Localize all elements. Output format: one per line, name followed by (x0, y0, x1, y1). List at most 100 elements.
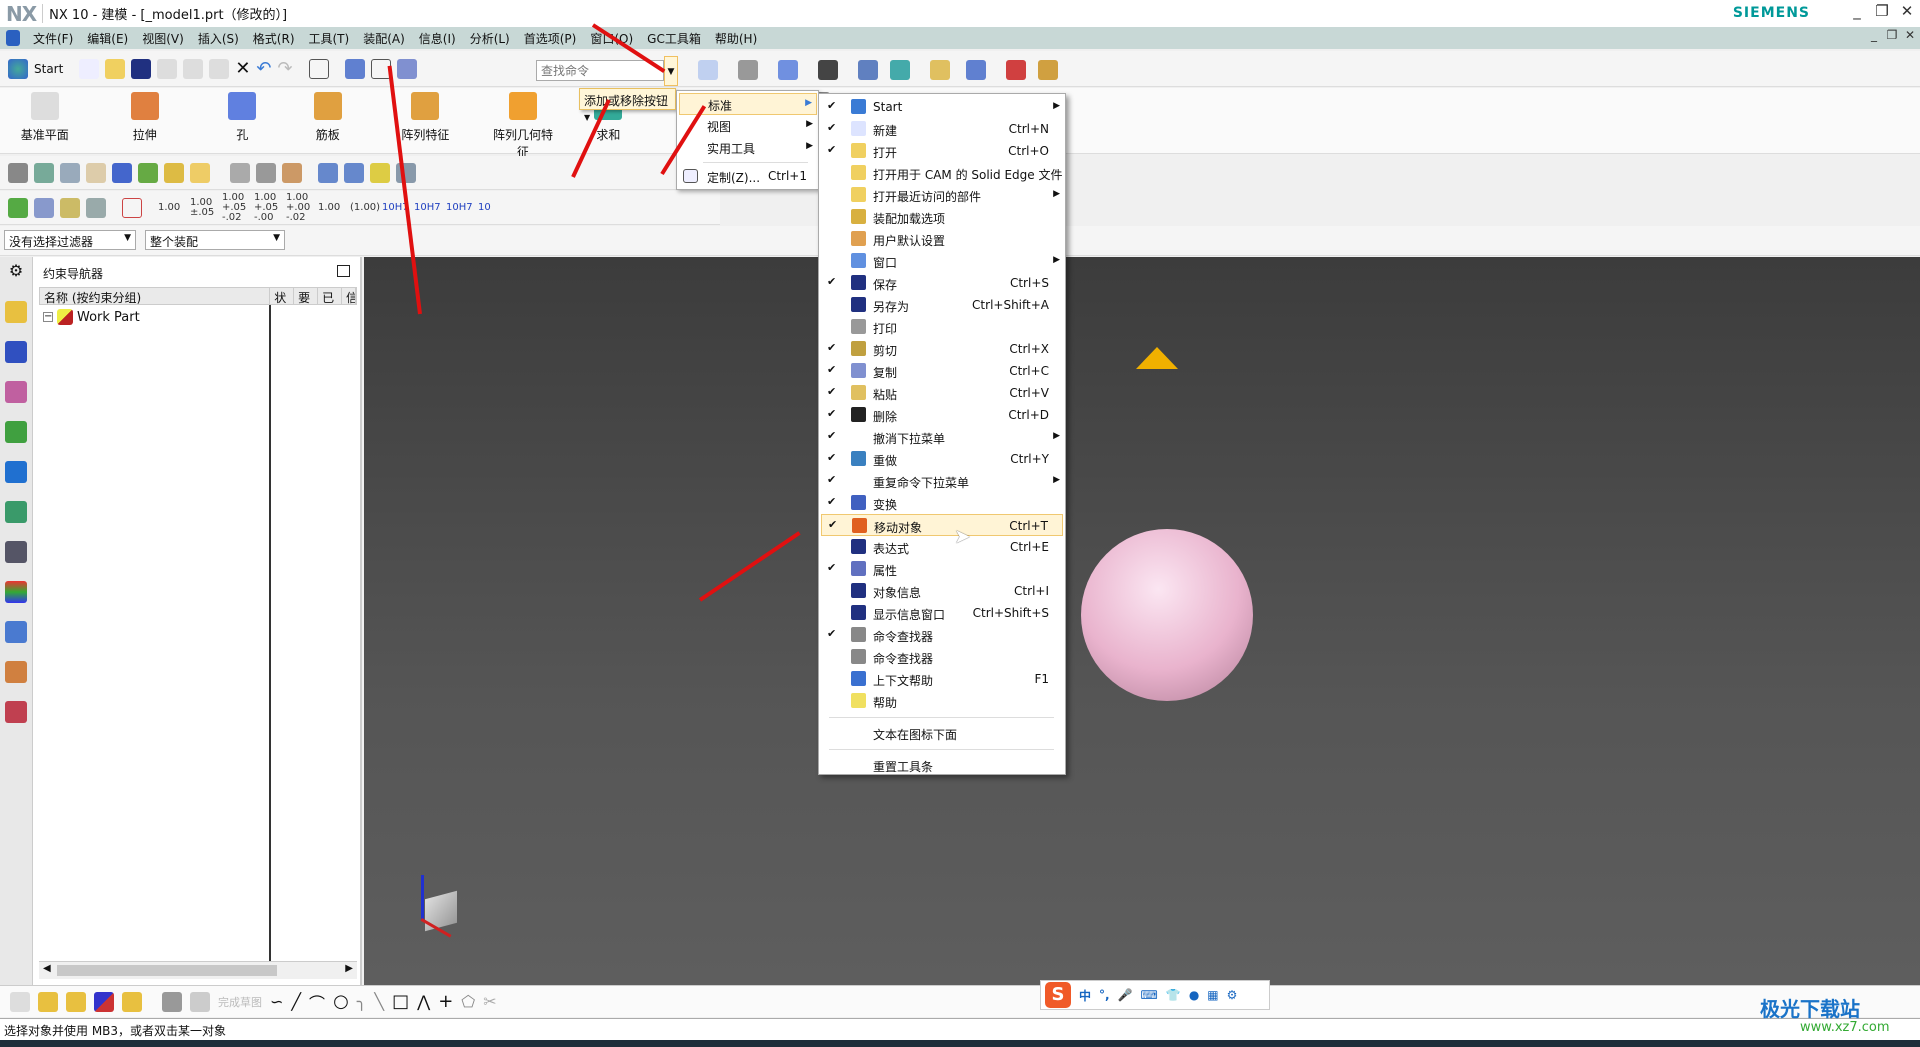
line-icon[interactable]: ╱ (291, 992, 301, 1011)
menu-item-4[interactable]: 打开最近访问的部件 ▶ (821, 184, 1063, 206)
menu-1[interactable]: 编辑(E) (80, 30, 135, 47)
add-remove-buttons-menu[interactable]: 添加或移除按钮 ▼ (579, 88, 676, 122)
menu-item-5[interactable]: 装配加载选项 (821, 206, 1063, 228)
menu-item-16[interactable]: ✔ 重做 Ctrl+Y (821, 448, 1063, 470)
surface-2-icon[interactable] (256, 162, 276, 183)
coil-icon[interactable] (370, 162, 390, 183)
submenu-item-customize[interactable]: 定制(Z)... Ctrl+1 (679, 166, 817, 188)
point-icon[interactable]: + (438, 991, 453, 1012)
paste-icon[interactable] (209, 58, 230, 79)
measure-icon[interactable] (1006, 60, 1026, 80)
ribbon-button-0[interactable]: 基准平面 (10, 92, 80, 143)
check-2-icon[interactable] (138, 162, 158, 183)
column-header-info[interactable]: 信 (342, 288, 356, 304)
menu-item-6[interactable]: 用户默认设置 (821, 228, 1063, 250)
menu-3[interactable]: 插入(S) (191, 30, 246, 47)
copy-icon[interactable] (183, 58, 204, 79)
menu-item-20[interactable]: 表达式 Ctrl+E (821, 536, 1063, 558)
menu-4[interactable]: 格式(R) (246, 30, 302, 47)
ime-punct-toggle[interactable]: °, (1099, 988, 1110, 1002)
pmi-icon-2[interactable] (34, 197, 54, 218)
column-header-applied[interactable]: 已 (318, 288, 342, 305)
save-icon[interactable] (131, 58, 152, 79)
pmi-tolerance-button[interactable]: 1.00 (158, 202, 184, 213)
settings-icon[interactable]: ⚙ (5, 261, 27, 283)
move-object-icon[interactable] (308, 58, 329, 79)
open-icon[interactable] (105, 58, 126, 79)
restore-button[interactable]: ❐ (1870, 2, 1894, 24)
close-button[interactable]: ✕ (1895, 2, 1919, 24)
pmi-tolerance-button[interactable]: 1.00 (318, 202, 344, 213)
menu-item-13[interactable]: ✔ 粘贴 Ctrl+V (821, 382, 1063, 404)
command-search-input[interactable] (536, 60, 664, 81)
assembly-navigator-icon[interactable] (5, 301, 27, 323)
tree-row-work-part[interactable]: − Work Part (43, 309, 140, 325)
analysis-icon[interactable] (930, 60, 950, 80)
delete-icon[interactable]: ✕ (235, 58, 250, 79)
toolbar-options-dropdown[interactable]: ▼ (664, 56, 678, 86)
palette-icon[interactable] (5, 581, 27, 603)
part-navigator-icon[interactable] (5, 381, 27, 403)
menu-0[interactable]: 文件(F) (26, 30, 80, 47)
properties-icon[interactable] (396, 58, 417, 79)
spring-icon[interactable] (318, 162, 338, 183)
maximize-panel-icon[interactable] (337, 265, 350, 277)
pmi-tolerance-button[interactable]: 10H7 (414, 202, 441, 213)
pmi-table-icon[interactable] (60, 197, 80, 218)
abc-icon[interactable] (190, 162, 210, 183)
assembly-icon[interactable] (122, 991, 142, 1012)
history-icon[interactable] (5, 501, 27, 523)
rectangle-icon[interactable]: □ (392, 991, 409, 1012)
menu-item-8[interactable]: ✔ 保存 Ctrl+S (821, 272, 1063, 294)
tool-icon-1[interactable] (8, 162, 28, 183)
submenu-item-view[interactable]: 视图 ▶ (679, 115, 817, 137)
surface-icon[interactable] (230, 162, 250, 183)
fit-icon[interactable] (698, 60, 718, 80)
menu-item-19[interactable]: ✔ 移动对象 Ctrl+T (821, 514, 1063, 536)
emoji-icon[interactable]: ● (1189, 988, 1199, 1002)
menu-11[interactable]: GC工具箱 (640, 30, 708, 47)
reuse-library-icon[interactable] (5, 421, 27, 443)
pmi-tolerance-button[interactable]: 10 (478, 202, 504, 213)
pmi-tolerance-button[interactable]: 1.00 +.05 -.02 (222, 192, 248, 223)
ribbon-button-2[interactable]: 孔 (207, 92, 277, 143)
start-button[interactable]: Start (34, 62, 63, 76)
microphone-icon[interactable]: 🎤 (1118, 988, 1133, 1002)
pmi-tolerance-button[interactable]: (1.00) (350, 202, 380, 213)
ribbon-button-4[interactable]: 阵列特征 (390, 92, 460, 143)
apps-icon[interactable]: ▦ (1207, 988, 1218, 1002)
menu-item-27[interactable]: 帮助 (821, 690, 1063, 712)
menu-9[interactable]: 首选项(P) (517, 30, 584, 47)
menu-item-18[interactable]: ✔ 变换 (821, 492, 1063, 514)
circle-icon[interactable]: ○ (333, 991, 349, 1012)
sphere-body[interactable] (1081, 529, 1253, 701)
note-icon[interactable] (86, 162, 106, 183)
system-scene-icon[interactable] (5, 701, 27, 723)
menu-item-extra-0[interactable]: 文本在图标下面 (821, 722, 1063, 744)
ruler-icon[interactable] (1038, 60, 1058, 80)
selection-icon[interactable] (966, 60, 986, 80)
trim-icon[interactable]: ✂ (483, 992, 496, 1011)
pointer-icon[interactable] (282, 162, 302, 183)
layer-settings-icon[interactable] (60, 162, 80, 183)
collapse-icon[interactable]: − (43, 312, 53, 322)
menu-6[interactable]: 装配(A) (356, 30, 412, 47)
menu-8[interactable]: 分析(L) (463, 30, 517, 47)
cone-body[interactable] (1136, 347, 1178, 369)
menu-item-26[interactable]: 上下文帮助 F1 (821, 668, 1063, 690)
submenu-item-utilities[interactable]: 实用工具 ▶ (679, 137, 817, 159)
cut-icon[interactable] (157, 58, 178, 79)
menu-item-10[interactable]: 打印 (821, 316, 1063, 338)
finish-sketch-label[interactable]: 完成草图 (218, 994, 262, 1010)
horizontal-scrollbar[interactable]: ◀ ▶ (39, 961, 357, 979)
chamfer-icon[interactable]: ╲ (374, 992, 384, 1011)
pmi-check-icon[interactable] (8, 197, 28, 218)
column-header-status[interactable]: 状 (270, 288, 295, 305)
pmi-tolerance-button[interactable]: 1.00 +.00 -.02 (286, 192, 312, 223)
ribbon-button-1[interactable]: 拉伸 (110, 92, 180, 143)
menu-item-25[interactable]: 命令查找器 (821, 646, 1063, 668)
sogou-logo[interactable]: S (1045, 982, 1071, 1008)
clock-icon[interactable] (5, 541, 27, 563)
roles-icon[interactable] (5, 661, 27, 683)
sketch-icon-1[interactable] (10, 991, 30, 1012)
